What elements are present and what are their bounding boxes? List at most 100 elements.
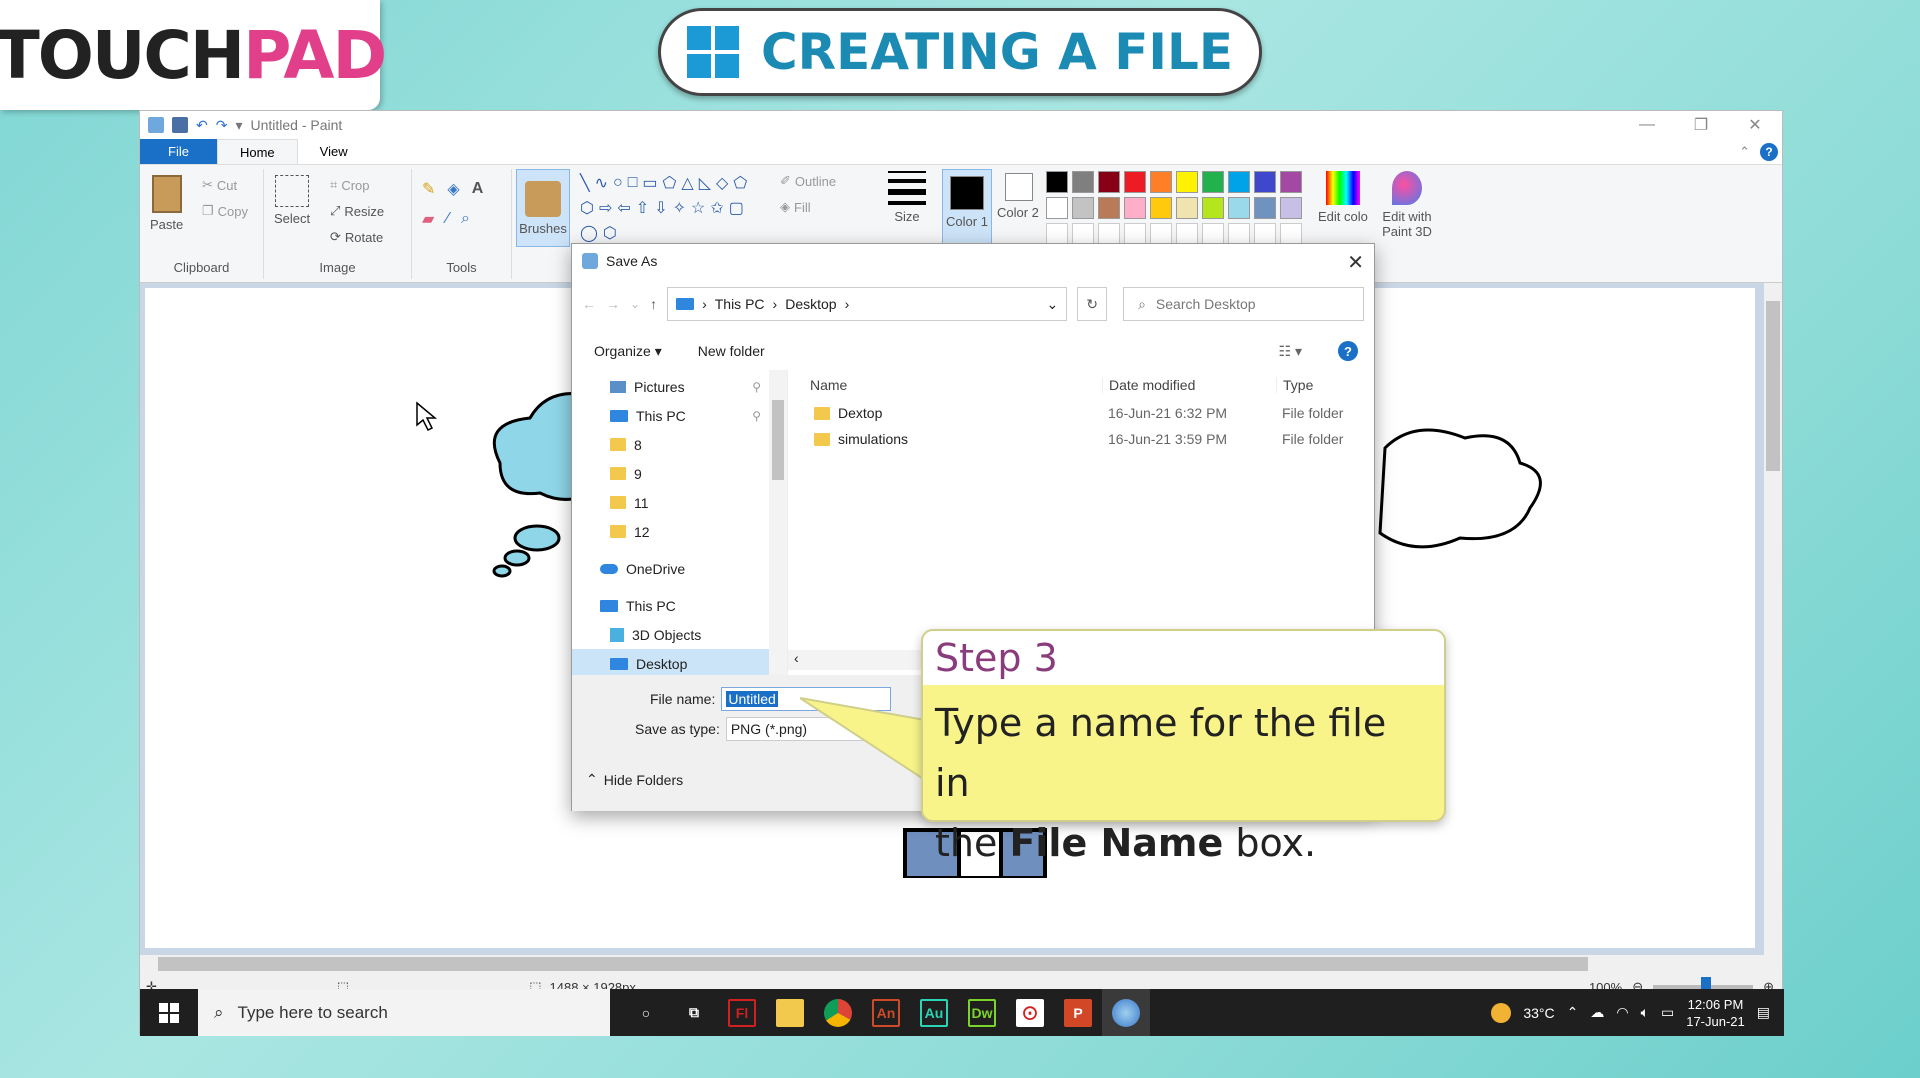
edit-colors-button[interactable]: Edit colors xyxy=(1318,171,1368,225)
palette-swatch[interactable] xyxy=(1228,171,1250,193)
nav-item[interactable]: This PC xyxy=(572,591,787,620)
chevron-up-icon[interactable]: ⌃ xyxy=(1567,1004,1579,1021)
minimize-button[interactable]: — xyxy=(1620,111,1674,139)
pin-icon[interactable]: ⚲ xyxy=(752,409,761,423)
nav-item[interactable]: 3D Objects xyxy=(572,620,787,649)
up-icon[interactable]: ↑ xyxy=(650,296,657,312)
palette-swatch[interactable] xyxy=(1150,171,1172,193)
powerpoint-icon[interactable]: P xyxy=(1054,989,1102,1036)
pencil-icon[interactable]: ✎ xyxy=(422,179,435,199)
close-button[interactable]: ✕ xyxy=(1728,111,1782,139)
file-explorer-icon[interactable] xyxy=(766,989,814,1036)
palette-swatch[interactable] xyxy=(1176,197,1198,219)
undo-icon[interactable]: ↶ xyxy=(196,117,208,134)
magnifier-icon[interactable]: ⌕ xyxy=(461,210,470,228)
palette-empty-swatch[interactable] xyxy=(1254,223,1276,245)
clock[interactable]: 12:06 PM 17-Jun-21 xyxy=(1686,996,1745,1030)
palette-empty-swatch[interactable] xyxy=(1280,223,1302,245)
nav-item[interactable]: Desktop xyxy=(572,649,787,678)
cut-button[interactable]: ✂ Cut xyxy=(202,177,237,193)
palette-swatch[interactable] xyxy=(1098,197,1120,219)
palette-swatch[interactable] xyxy=(1202,197,1224,219)
color2-button[interactable]: Color 2 xyxy=(996,173,1042,220)
search-desktop-input[interactable]: ⌕ Search Desktop xyxy=(1123,287,1364,321)
recent-dropdown-icon[interactable]: ⌄ xyxy=(630,297,640,311)
text-icon[interactable]: A xyxy=(472,180,484,198)
palette-empty-swatch[interactable] xyxy=(1124,223,1146,245)
column-date[interactable]: Date modified xyxy=(1102,377,1276,393)
dialog-help-icon[interactable]: ? xyxy=(1338,341,1358,361)
palette-swatch[interactable] xyxy=(1254,171,1276,193)
start-button[interactable] xyxy=(140,989,198,1036)
file-list-scrollbar[interactable]: ‹ xyxy=(788,650,928,670)
flash-app-icon[interactable]: Fl xyxy=(718,989,766,1036)
palette-empty-swatch[interactable] xyxy=(1202,223,1224,245)
shapes-gallery[interactable]: ╲ ∿ ○ □ ▭ ⬠ △ ◺ ◇ ⬠ ⬡ ⇨ ⇦ ⇧ ⇩ ✧ ☆ ✩ ▢ ◯ ⬡ xyxy=(580,173,760,243)
help-icon[interactable]: ? xyxy=(1760,142,1778,161)
resize-button[interactable]: ⤢ Resize xyxy=(330,203,384,219)
refresh-button[interactable]: ↻ xyxy=(1077,287,1108,321)
nav-item[interactable]: This PC ⚲ xyxy=(572,401,787,430)
dreamweaver-app-icon[interactable]: Dw xyxy=(958,989,1006,1036)
rotate-button[interactable]: ⟳ Rotate xyxy=(330,229,383,245)
animate-app-icon[interactable]: An xyxy=(862,989,910,1036)
redo-icon[interactable]: ↷ xyxy=(216,117,228,134)
forward-icon[interactable]: → xyxy=(606,296,620,312)
palette-empty-swatch[interactable] xyxy=(1072,223,1094,245)
palette-swatch[interactable] xyxy=(1254,197,1276,219)
nav-item[interactable]: 9 xyxy=(572,459,787,488)
collapse-ribbon-icon[interactable]: ⌃ xyxy=(1739,144,1750,160)
address-dropdown-icon[interactable]: ⌄ xyxy=(1046,296,1058,313)
palette-swatch[interactable] xyxy=(1150,197,1172,219)
fill-button[interactable]: ◈ Fill xyxy=(780,199,811,215)
outline-button[interactable]: ✐ Outline xyxy=(780,173,836,189)
nav-item[interactable]: OneDrive xyxy=(572,554,787,583)
customize-qa-icon[interactable]: ▾ xyxy=(235,117,242,134)
file-row[interactable]: Dextop 16-Jun-21 6:32 PM File folder xyxy=(788,400,1374,426)
palette-swatch[interactable] xyxy=(1046,197,1068,219)
scroll-left-icon[interactable]: ‹ xyxy=(788,650,799,666)
notifications-icon[interactable]: ▤ xyxy=(1757,1004,1770,1021)
palette-empty-swatch[interactable] xyxy=(1098,223,1120,245)
palette-empty-swatch[interactable] xyxy=(1150,223,1172,245)
breadcrumb-desktop[interactable]: Desktop xyxy=(785,296,836,312)
tab-view[interactable]: View xyxy=(298,139,370,164)
paint3d-button[interactable]: Edit with Paint 3D xyxy=(1372,171,1442,239)
copy-button[interactable]: ❐ Copy xyxy=(202,203,248,219)
acrobat-icon[interactable]: ⨀ xyxy=(1006,989,1054,1036)
nav-item[interactable]: Pictures ⚲ xyxy=(572,372,787,401)
crop-button[interactable]: ⌗ Crop xyxy=(330,177,370,193)
palette-swatch[interactable] xyxy=(1280,171,1302,193)
task-view-icon[interactable]: ⧉ xyxy=(670,989,718,1036)
volume-icon[interactable]: 🔈︎ xyxy=(1641,1004,1649,1021)
palette-swatch[interactable] xyxy=(1098,171,1120,193)
color-picker-icon[interactable]: ⁄ xyxy=(446,210,449,228)
dialog-close-button[interactable]: ✕ xyxy=(1347,250,1364,275)
wifi-icon[interactable]: ◠ xyxy=(1616,1004,1628,1021)
palette-empty-swatch[interactable] xyxy=(1046,223,1068,245)
palette-swatch[interactable] xyxy=(1046,171,1068,193)
column-type[interactable]: Type xyxy=(1276,377,1313,393)
canvas-horizontal-scrollbar[interactable] xyxy=(140,955,1764,973)
view-options-icon[interactable]: ☷ ▾ xyxy=(1279,343,1302,360)
nav-scrollbar[interactable] xyxy=(769,370,787,675)
palette-swatch[interactable] xyxy=(1280,197,1302,219)
palette-empty-swatch[interactable] xyxy=(1176,223,1198,245)
palette-swatch[interactable] xyxy=(1124,171,1146,193)
paint-taskbar-icon[interactable] xyxy=(1102,989,1150,1036)
file-row[interactable]: simulations 16-Jun-21 3:59 PM File folder xyxy=(788,426,1374,452)
weather-icon[interactable] xyxy=(1491,1002,1512,1023)
cortana-icon[interactable]: ○ xyxy=(622,989,670,1036)
color1-button[interactable]: Color 1 xyxy=(942,169,992,245)
select-button[interactable]: Select xyxy=(274,175,310,226)
nav-scroll-thumb[interactable] xyxy=(772,400,784,480)
restore-button[interactable]: ❐ xyxy=(1674,111,1728,139)
nav-item[interactable]: 12 xyxy=(572,517,787,546)
brushes-button[interactable]: Brushes xyxy=(516,169,570,247)
palette-swatch[interactable] xyxy=(1228,197,1250,219)
tab-file[interactable]: File xyxy=(140,139,217,164)
hscroll-thumb[interactable] xyxy=(158,957,1588,971)
nav-item[interactable]: 11 xyxy=(572,488,787,517)
save-icon[interactable] xyxy=(172,117,188,133)
canvas-vertical-scrollbar[interactable] xyxy=(1764,283,1782,973)
